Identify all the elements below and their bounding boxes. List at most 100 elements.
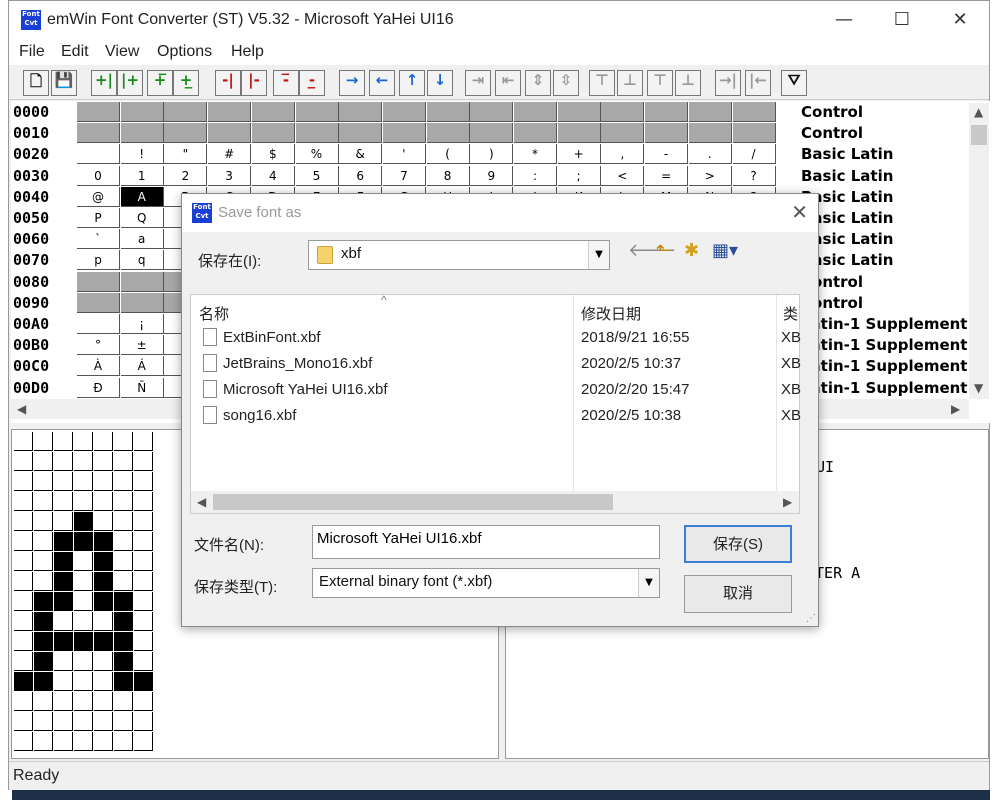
glyph-pixel[interactable]: [54, 492, 73, 511]
align-top-icon[interactable]: ⊤: [589, 70, 615, 96]
glyph-pixel[interactable]: [114, 692, 133, 711]
char-cell[interactable]: 9: [470, 165, 514, 186]
char-cell[interactable]: 8: [426, 165, 470, 186]
char-cell[interactable]: ¡: [120, 314, 164, 334]
column-header-name[interactable]: 名称: [199, 303, 229, 324]
char-cell[interactable]: 3: [208, 165, 252, 186]
close-button[interactable]: ✕: [937, 5, 983, 35]
glyph-pixel[interactable]: [74, 592, 93, 611]
glyph-pixel[interactable]: [114, 612, 133, 631]
view-menu-icon[interactable]: ▦▾: [712, 240, 738, 261]
glyph-pixel[interactable]: [14, 632, 33, 651]
char-cell[interactable]: ): [470, 144, 514, 165]
glyph-pixel[interactable]: [54, 432, 73, 451]
char-cell[interactable]: [77, 271, 120, 292]
move-left-icon[interactable]: ←: [369, 70, 395, 96]
chevron-down-icon[interactable]: ▼: [638, 569, 659, 597]
glyph-pixel[interactable]: [34, 472, 53, 491]
insert-col-right-icon[interactable]: +|: [91, 70, 117, 96]
char-cell[interactable]: [470, 123, 514, 144]
glyph-pixel[interactable]: [14, 452, 33, 471]
char-cell[interactable]: [77, 314, 120, 334]
filetype-select[interactable]: External binary font (*.xbf) ▼: [312, 568, 660, 598]
filename-field[interactable]: [312, 525, 660, 559]
column-header-type[interactable]: 类: [783, 303, 798, 324]
glyph-pixel[interactable]: [74, 732, 93, 751]
char-cell[interactable]: ,: [601, 144, 645, 165]
glyph-pixel[interactable]: [34, 592, 53, 611]
char-cell[interactable]: P: [77, 208, 120, 228]
glyph-pixel[interactable]: [54, 652, 73, 671]
file-row[interactable]: Microsoft YaHei UI16.xbf 2020/2/20 15:47 X…: [201, 377, 801, 403]
glyph-pixel[interactable]: [14, 512, 33, 531]
glyph-pixel[interactable]: [74, 452, 93, 471]
char-cell[interactable]: [164, 102, 208, 122]
char-cell[interactable]: 7: [382, 165, 426, 186]
char-cell[interactable]: Đ: [77, 377, 120, 398]
glyph-pixel[interactable]: [94, 512, 113, 531]
move-right-icon[interactable]: →: [339, 70, 365, 96]
glyph-pixel[interactable]: [54, 692, 73, 711]
glyph-pixel[interactable]: [34, 652, 53, 671]
move-up-icon[interactable]: ↑: [399, 70, 425, 96]
glyph-pixel[interactable]: [34, 612, 53, 631]
glyph-pixel[interactable]: [94, 472, 113, 491]
file-list[interactable]: 名称 ^ 修改日期 类 ExtBinFont.xbf 2018/9/21 16:5…: [190, 293, 801, 514]
menu-view[interactable]: View: [105, 43, 139, 61]
glyph-pixel[interactable]: [54, 732, 73, 751]
glyph-pixel[interactable]: [34, 552, 53, 571]
char-cell[interactable]: [732, 102, 776, 122]
glyph-pixel[interactable]: [54, 592, 73, 611]
char-cell[interactable]: [514, 102, 557, 122]
expand-vert-icon[interactable]: ⇕: [525, 70, 551, 96]
glyph-pixel[interactable]: [34, 492, 53, 511]
save-in-combo[interactable]: xbf ▼: [308, 240, 610, 270]
char-cell[interactable]: -: [645, 144, 689, 165]
char-cell[interactable]: [688, 123, 732, 144]
glyph-pixel[interactable]: [134, 492, 153, 511]
char-cell[interactable]: [688, 102, 732, 122]
glyph-pixel[interactable]: [34, 712, 53, 731]
glyph-pixel[interactable]: [134, 632, 153, 651]
char-cell[interactable]: p: [77, 250, 120, 271]
char-cell[interactable]: [339, 102, 383, 122]
glyph-pixel[interactable]: [134, 432, 153, 451]
glyph-pixel[interactable]: [114, 672, 133, 691]
char-cell[interactable]: [557, 123, 601, 144]
file-row[interactable]: ExtBinFont.xbf 2018/9/21 16:55 XB: [201, 325, 801, 351]
glyph-pixel[interactable]: [74, 652, 93, 671]
glyph-pixel[interactable]: [74, 432, 93, 451]
glyph-pixel[interactable]: [114, 532, 133, 551]
glyph-pixel[interactable]: [114, 732, 133, 751]
glyph-pixel[interactable]: [94, 612, 113, 631]
glyph-pixel[interactable]: [94, 452, 113, 471]
char-cell[interactable]: /: [732, 144, 776, 165]
glyph-pixel[interactable]: [74, 692, 93, 711]
char-cell[interactable]: [120, 123, 164, 144]
glyph-pixel[interactable]: [114, 492, 133, 511]
filename-input[interactable]: [313, 526, 651, 551]
char-cell[interactable]: =: [645, 165, 689, 186]
char-cell[interactable]: 4: [251, 165, 295, 186]
glyph-pixel[interactable]: [14, 472, 33, 491]
glyph-pixel[interactable]: [134, 612, 153, 631]
char-cell[interactable]: [382, 102, 426, 122]
char-cell[interactable]: %: [295, 144, 339, 165]
fast-right-icon[interactable]: ⇥: [465, 70, 491, 96]
glyph-pixel[interactable]: [54, 552, 73, 571]
glyph-pixel[interactable]: [54, 472, 73, 491]
glyph-pixel[interactable]: [134, 572, 153, 591]
char-cell[interactable]: &: [339, 144, 383, 165]
glyph-pixel[interactable]: [34, 512, 53, 531]
char-cell[interactable]: ": [164, 144, 208, 165]
glyph-pixel[interactable]: [114, 552, 133, 571]
glyph-pixel[interactable]: [14, 552, 33, 571]
char-cell[interactable]: [120, 102, 164, 122]
char-cell[interactable]: @: [77, 186, 120, 207]
glyph-pixel[interactable]: [134, 592, 153, 611]
new-folder-icon[interactable]: ✱: [684, 240, 699, 261]
file-row[interactable]: JetBrains_Mono16.xbf 2020/2/5 10:37 XB: [201, 351, 801, 377]
insert-row-bottom-icon[interactable]: +̲: [173, 70, 199, 96]
glyph-pixel[interactable]: [14, 432, 33, 451]
save-icon[interactable]: 💾: [51, 70, 77, 96]
